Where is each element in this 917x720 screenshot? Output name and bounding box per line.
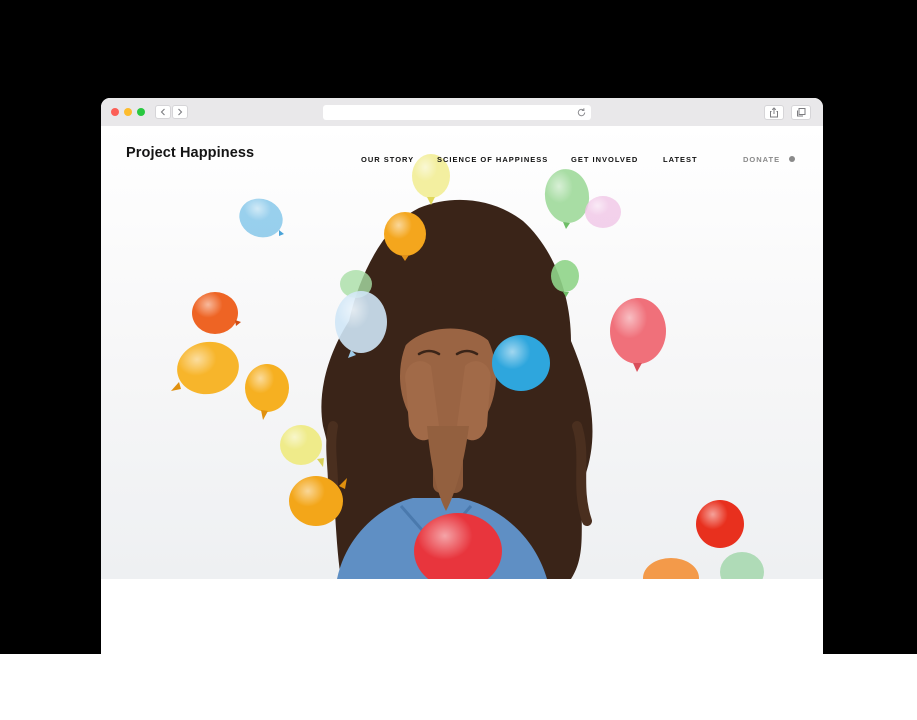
donate-link[interactable]: DONATE: [743, 155, 780, 164]
address-bar[interactable]: [323, 105, 591, 120]
donate-dot-icon: [789, 156, 795, 162]
tabs-button[interactable]: [791, 105, 811, 120]
zoom-window-button[interactable]: [137, 108, 145, 116]
share-icon: [770, 107, 778, 118]
close-window-button[interactable]: [111, 108, 119, 116]
hero-section: Project Happiness OUR STORY SCIENCE OF H…: [101, 126, 823, 579]
minimize-window-button[interactable]: [124, 108, 132, 116]
forward-button[interactable]: [172, 105, 188, 119]
share-button[interactable]: [764, 105, 784, 120]
nav-our-story[interactable]: OUR STORY: [361, 155, 414, 164]
tabs-icon: [797, 108, 806, 117]
hero-image: [171, 154, 764, 579]
site-logo[interactable]: Project Happiness: [126, 145, 254, 161]
chevron-right-icon: [178, 108, 183, 116]
nav-latest[interactable]: LATEST: [663, 155, 698, 164]
page-content-area: [101, 579, 823, 654]
back-button[interactable]: [155, 105, 171, 119]
reload-icon[interactable]: [576, 107, 587, 118]
nav-science-of-happiness[interactable]: SCIENCE OF HAPPINESS: [437, 155, 548, 164]
chevron-left-icon: [160, 108, 165, 116]
browser-toolbar: [101, 98, 823, 127]
browser-window: Project Happiness OUR STORY SCIENCE OF H…: [101, 98, 823, 654]
nav-get-involved[interactable]: GET INVOLVED: [571, 155, 638, 164]
page-bottom-background: [0, 654, 917, 720]
